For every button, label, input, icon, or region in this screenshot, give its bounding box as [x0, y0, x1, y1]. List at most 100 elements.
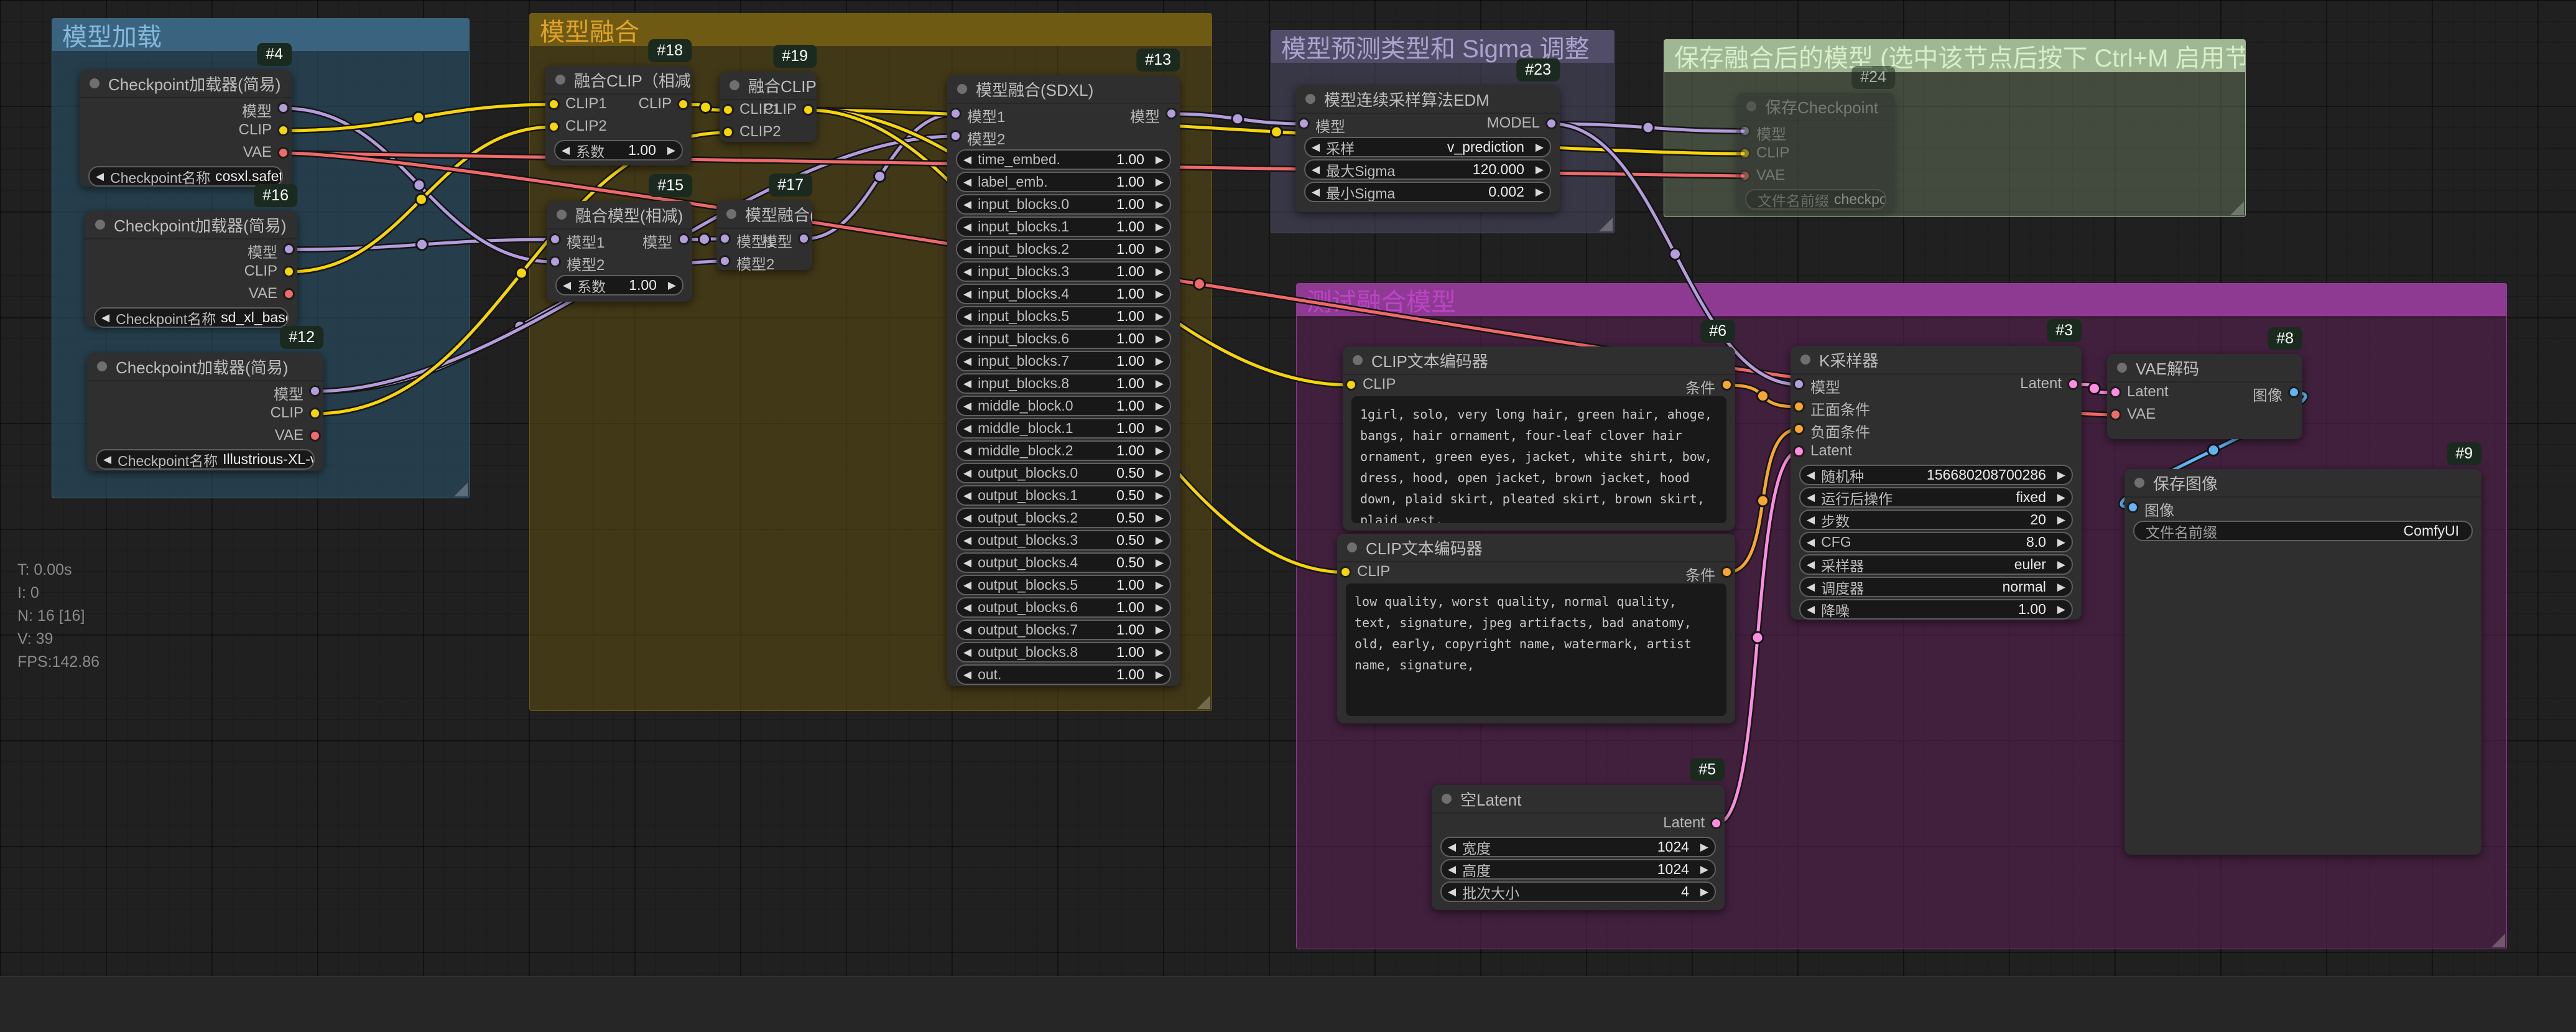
widget-input_blocks.7[interactable]: ◀input_blocks.71.00▶ — [956, 351, 1171, 371]
increment-arrow-icon[interactable]: ▶ — [1149, 598, 1170, 616]
input-port-CLIP2[interactable] — [548, 121, 560, 132]
input-port-CLIP[interactable] — [1340, 566, 1351, 578]
increment-arrow-icon[interactable]: ▶ — [1149, 240, 1170, 258]
wire-midpoint-dot[interactable] — [700, 102, 711, 113]
input-port-图像[interactable] — [2127, 501, 2139, 513]
node-24[interactable]: 保存Checkpoint模型CLIPVAE文件名前缀checkpoints/co… — [1736, 93, 1895, 212]
increment-arrow-icon[interactable]: ▶ — [2051, 488, 2072, 506]
increment-arrow-icon[interactable]: ▶ — [1149, 195, 1170, 213]
decrement-arrow-icon[interactable]: ◀ — [1800, 466, 1821, 484]
widget-middle_block.2[interactable]: ◀middle_block.21.00▶ — [956, 440, 1171, 461]
increment-arrow-icon[interactable]: ▶ — [1149, 397, 1170, 415]
collapse-dot-icon[interactable] — [1305, 94, 1315, 104]
increment-arrow-icon[interactable]: ▶ — [1149, 576, 1170, 594]
increment-arrow-icon[interactable]: ▶ — [1149, 554, 1170, 572]
wire-midpoint-dot[interactable] — [1752, 632, 1763, 643]
output-port-图像[interactable] — [2288, 386, 2300, 398]
widget-CFG[interactable]: ◀CFG8.0▶ — [1799, 532, 2073, 552]
node-6[interactable]: CLIP文本编码器CLIP条件1girl, solo, very long ha… — [1343, 346, 1735, 531]
decrement-arrow-icon[interactable]: ◀ — [957, 374, 978, 393]
widget-Checkpoint名称[interactable]: ◀Checkpoint名称sd_xl_base_1.0_0.9va...▶ — [94, 307, 289, 328]
increment-arrow-icon[interactable]: ▶ — [2051, 600, 2072, 618]
decrement-arrow-icon[interactable]: ◀ — [957, 666, 978, 684]
output-port-CLIP[interactable] — [677, 98, 689, 110]
input-port-模型2[interactable] — [719, 255, 731, 267]
input-port-VAE[interactable] — [1739, 170, 1751, 182]
output-port-VAE[interactable] — [277, 147, 289, 159]
decrement-arrow-icon[interactable]: ◀ — [957, 464, 978, 482]
widget-系数[interactable]: ◀系数1.00▶ — [554, 140, 683, 160]
decrement-arrow-icon[interactable]: ◀ — [1800, 578, 1821, 596]
wire-midpoint-dot[interactable] — [516, 267, 527, 279]
widget-Checkpoint名称[interactable]: ◀Checkpoint名称cosxl.safetensors▶ — [88, 166, 283, 187]
wire-midpoint-dot[interactable] — [1271, 126, 1282, 137]
input-port-VAE[interactable] — [2110, 409, 2121, 421]
increment-arrow-icon[interactable]: ▶ — [662, 276, 682, 294]
decrement-arrow-icon[interactable]: ◀ — [957, 486, 978, 504]
increment-arrow-icon[interactable]: ▶ — [1149, 509, 1170, 527]
widget-调度器[interactable]: ◀调度器normal▶ — [1799, 577, 2073, 597]
increment-arrow-icon[interactable]: ▶ — [1149, 285, 1170, 303]
widget-output_blocks.0[interactable]: ◀output_blocks.00.50▶ — [956, 463, 1171, 483]
node-8[interactable]: VAE解码LatentVAE图像 — [2107, 354, 2302, 439]
widget-output_blocks.3[interactable]: ◀output_blocks.30.50▶ — [956, 530, 1171, 551]
decrement-arrow-icon[interactable]: ◀ — [957, 173, 978, 191]
node-13[interactable]: 模型融合(SDXL)模型1模型2模型◀time_embed.1.00▶◀labe… — [947, 75, 1180, 686]
widget-降噪[interactable]: ◀降噪1.00▶ — [1799, 599, 2073, 620]
widget-批次大小[interactable]: ◀批次大小4▶ — [1440, 881, 1716, 902]
decrement-arrow-icon[interactable]: ◀ — [957, 307, 978, 325]
increment-arrow-icon[interactable]: ▶ — [661, 141, 682, 159]
node-title-bar[interactable]: Checkpoint加载器(简易) — [80, 70, 292, 98]
node-3[interactable]: K采样器模型正面条件负面条件LatentLatent◀随机种1566802087… — [1791, 346, 2082, 620]
node-16[interactable]: Checkpoint加载器(简易)模型CLIPVAE◀Checkpoint名称s… — [85, 211, 297, 327]
collapse-dot-icon[interactable] — [90, 78, 100, 88]
output-port-CLIP[interactable] — [309, 407, 321, 419]
increment-arrow-icon[interactable]: ▶ — [1529, 160, 1550, 179]
decrement-arrow-icon[interactable]: ◀ — [1800, 488, 1821, 506]
increment-arrow-icon[interactable]: ▶ — [1149, 263, 1170, 281]
widget-output_blocks.6[interactable]: ◀output_blocks.61.00▶ — [956, 597, 1171, 618]
increment-arrow-icon[interactable]: ▶ — [1149, 419, 1170, 437]
widget-output_blocks.8[interactable]: ◀output_blocks.81.00▶ — [956, 642, 1171, 662]
collapse-dot-icon[interactable] — [95, 220, 105, 230]
collapse-dot-icon[interactable] — [1347, 542, 1357, 552]
node-title-bar[interactable]: VAE解码 — [2107, 354, 2302, 383]
widget-最大Sigma[interactable]: ◀最大Sigma120.000▶ — [1304, 159, 1551, 180]
wire-midpoint-dot[interactable] — [699, 234, 710, 245]
wire-midpoint-dot[interactable] — [1758, 495, 1769, 506]
increment-arrow-icon[interactable]: ▶ — [1529, 183, 1550, 201]
collapse-dot-icon[interactable] — [557, 210, 567, 220]
collapse-dot-icon[interactable] — [1353, 355, 1363, 365]
wire-midpoint-dot[interactable] — [1670, 249, 1681, 260]
widget-input_blocks.0[interactable]: ◀input_blocks.01.00▶ — [956, 194, 1171, 215]
widget-out.[interactable]: ◀out.1.00▶ — [956, 664, 1171, 685]
node-7[interactable]: CLIP文本编码器CLIP条件low quality, worst qualit… — [1337, 534, 1735, 723]
increment-arrow-icon[interactable]: ▶ — [1149, 374, 1170, 393]
widget-label_emb.[interactable]: ◀label_emb.1.00▶ — [956, 172, 1171, 192]
output-port-Latent[interactable] — [1710, 817, 1722, 829]
widget-output_blocks.4[interactable]: ◀output_blocks.40.50▶ — [956, 552, 1171, 573]
input-port-模型[interactable] — [1793, 378, 1805, 390]
wire-midpoint-dot[interactable] — [1642, 122, 1654, 133]
node-title-bar[interactable]: 保存Checkpoint — [1736, 93, 1895, 121]
increment-arrow-icon[interactable]: ▶ — [1149, 464, 1170, 482]
collapse-dot-icon[interactable] — [1800, 355, 1810, 365]
increment-arrow-icon[interactable]: ▶ — [1149, 486, 1170, 504]
decrement-arrow-icon[interactable]: ◀ — [957, 621, 978, 639]
input-port-模型1[interactable] — [549, 233, 561, 245]
input-port-CLIP[interactable] — [1345, 379, 1357, 391]
node-15[interactable]: 融合模型(相减)模型1模型2模型◀系数1.00▶ — [547, 201, 692, 302]
widget-步数[interactable]: ◀步数20▶ — [1799, 509, 2073, 530]
decrement-arrow-icon[interactable]: ◀ — [90, 167, 110, 185]
prompt-textarea[interactable]: low quality, worst quality, normal quali… — [1346, 583, 1726, 716]
widget-Checkpoint名称[interactable]: ◀Checkpoint名称Illustrious-XL-v0.1.safeten… — [96, 449, 315, 470]
widget-output_blocks.5[interactable]: ◀output_blocks.51.00▶ — [956, 575, 1171, 595]
node-title-bar[interactable]: 融合模型(相减) — [547, 201, 692, 230]
increment-arrow-icon[interactable]: ▶ — [1149, 531, 1170, 549]
wire-midpoint-dot[interactable] — [413, 112, 424, 123]
decrement-arrow-icon[interactable]: ◀ — [97, 450, 118, 468]
increment-arrow-icon[interactable]: ▶ — [1694, 838, 1715, 856]
input-port-Latent[interactable] — [2110, 386, 2121, 398]
output-port-模型[interactable] — [678, 233, 690, 245]
node-23[interactable]: 模型连续采样算法EDM模型MODEL◀采样v_prediction▶◀最大Sig… — [1295, 85, 1560, 212]
